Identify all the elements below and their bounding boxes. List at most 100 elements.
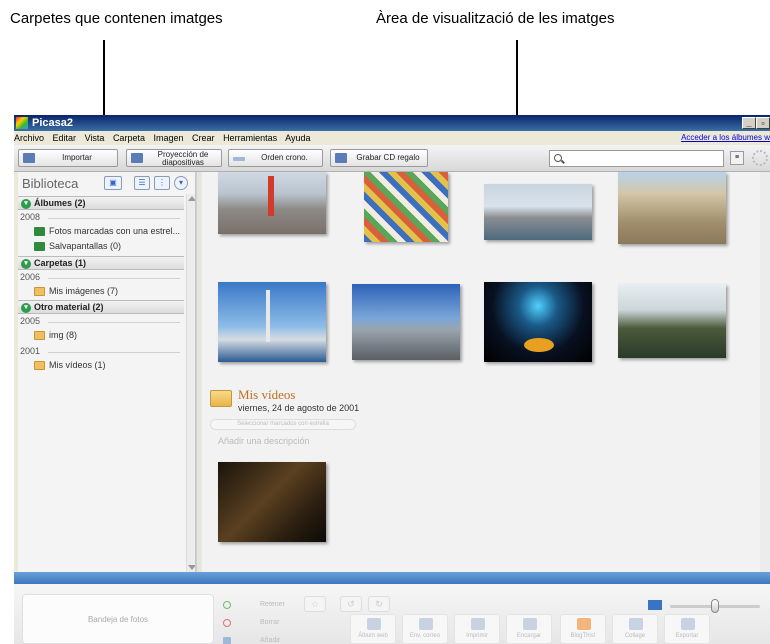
folder-label: Mis imágenes (7) xyxy=(49,286,119,296)
flat-view-button[interactable]: ☰ xyxy=(134,176,150,190)
add-description-field[interactable]: Añadir una descripción xyxy=(218,436,310,446)
rotate-left-button[interactable]: ↺ xyxy=(340,596,362,612)
video-folder-icon xyxy=(210,390,232,407)
tray-divider xyxy=(14,572,770,584)
year-label: 2006 xyxy=(20,272,41,282)
picasa-window: Picasa2 _ ▫ Archivo Editar Vista Carpeta… xyxy=(14,115,770,644)
zoom-slider-thumb[interactable] xyxy=(711,599,719,613)
minimize-button[interactable]: _ xyxy=(742,117,756,129)
group-albums[interactable]: ▾ Álbumes (2) xyxy=(18,196,184,210)
folder-view-button[interactable]: ▣ xyxy=(104,176,122,190)
blogthis-button[interactable]: BlogThis! xyxy=(560,614,606,644)
photo-thumbnail[interactable] xyxy=(618,284,726,358)
rotate-right-button[interactable]: ↻ xyxy=(368,596,390,612)
video-folder-title[interactable]: Mis vídeos xyxy=(238,387,295,403)
tree-view-button[interactable]: ⋮ xyxy=(154,176,170,190)
folder-icon xyxy=(34,361,45,370)
collapse-icon: ▾ xyxy=(21,259,31,269)
slideshow-icon xyxy=(131,153,143,163)
photo-thumbnail[interactable] xyxy=(352,284,460,360)
tokyo-tower-shape xyxy=(268,176,274,216)
search-box[interactable] xyxy=(549,150,724,167)
menu-ayuda[interactable]: Ayuda xyxy=(285,133,310,143)
library-title: Biblioteca xyxy=(22,176,79,191)
image-view-area: Mis vídeos viernes, 24 de agosto de 2001… xyxy=(202,172,770,572)
photo-tray[interactable]: Bandeja de fotos xyxy=(22,594,214,644)
search-options-button[interactable]: ≡ xyxy=(730,151,744,165)
cn-tower-shape xyxy=(266,290,270,342)
photo-thumbnail[interactable] xyxy=(484,282,592,362)
year-line xyxy=(48,322,180,323)
web-album-label: Álbum web xyxy=(358,633,388,639)
camera-icon xyxy=(23,153,35,163)
slideshow-button[interactable]: Proyección de diapositivas xyxy=(126,149,222,167)
web-albums-link[interactable]: Acceder a los álbumes w xyxy=(681,131,770,145)
video-folder-date: viernes, 24 de agosto de 2001 xyxy=(238,403,360,413)
menu-editar[interactable]: Editar xyxy=(53,133,77,143)
burn-cd-label: Grabar CD regalo xyxy=(356,153,420,162)
blogger-icon xyxy=(577,618,591,630)
library-scrollbar[interactable] xyxy=(186,194,195,572)
import-button[interactable]: Importar xyxy=(18,149,118,167)
window-title: Picasa2 xyxy=(32,117,73,129)
pane-splitter[interactable] xyxy=(196,172,201,572)
add-to-icon xyxy=(223,637,231,644)
group-other-label: Otro material (2) xyxy=(34,302,104,312)
print-icon xyxy=(471,618,485,630)
star-button[interactable]: ☆ xyxy=(304,596,326,612)
burn-cd-button[interactable]: Grabar CD regalo xyxy=(330,149,428,167)
clear-label: Borrar xyxy=(260,619,280,626)
screenshot-root: Carpetes que contenen imatges Àrea de vi… xyxy=(0,0,770,644)
photo-thumbnail[interactable] xyxy=(218,172,326,234)
view-options-button[interactable]: ▾ xyxy=(174,176,188,190)
picasa-logo-icon xyxy=(16,117,28,129)
export-icon xyxy=(681,618,695,630)
photo-thumbnail[interactable] xyxy=(218,282,326,362)
export-button[interactable]: Exportar xyxy=(664,614,710,644)
export-label: Exportar xyxy=(675,633,699,639)
annotation-viewer-label: Àrea de visualització de les imatges xyxy=(376,10,615,27)
add-label: Añadir xyxy=(260,637,281,644)
menu-carpeta[interactable]: Carpeta xyxy=(113,133,145,143)
video-thumbnail[interactable] xyxy=(218,462,326,542)
blogthis-label: BlogThis! xyxy=(570,633,596,639)
view-scrollbar[interactable] xyxy=(760,172,770,572)
chrono-order-button[interactable]: Orden crono. xyxy=(228,149,323,167)
folder-label: img (8) xyxy=(49,330,78,340)
clear-icon xyxy=(223,619,231,627)
photo-thumbnail[interactable] xyxy=(618,172,726,244)
library-pane: Biblioteca ▣ ☰ ⋮ ▾ ▾ Álbumes (2) 2008 Fo… xyxy=(18,172,196,572)
search-input[interactable] xyxy=(566,152,716,165)
menu-archivo[interactable]: Archivo xyxy=(14,133,44,143)
album-label: Fotos marcadas con una estrel... xyxy=(49,226,181,236)
menu-vista[interactable]: Vista xyxy=(85,133,105,143)
group-other-material[interactable]: ▾ Otro material (2) xyxy=(18,300,184,314)
photo-thumbnail[interactable] xyxy=(484,184,592,240)
email-button[interactable]: Env. correo xyxy=(402,614,448,644)
year-line xyxy=(48,218,180,219)
group-folders[interactable]: ▾ Carpetas (1) xyxy=(18,256,184,270)
web-album-button[interactable]: Álbum web xyxy=(350,614,396,644)
order-prints-button[interactable]: Encargar xyxy=(506,614,552,644)
activity-spinner-icon xyxy=(752,150,768,166)
menu-imagen[interactable]: Imagen xyxy=(153,133,183,143)
menu-crear[interactable]: Crear xyxy=(192,133,215,143)
slideshow-label: Proyección de diapositivas xyxy=(149,151,217,167)
collage-button[interactable]: Collage xyxy=(612,614,658,644)
fountain-light-shape xyxy=(524,338,554,352)
maximize-button[interactable]: ▫ xyxy=(756,117,770,129)
collage-icon xyxy=(629,618,643,630)
scroll-down-icon[interactable] xyxy=(188,565,195,570)
web-album-icon xyxy=(367,618,381,630)
print-label: Imprimir xyxy=(466,633,488,639)
folder-label: Mis vídeos (1) xyxy=(49,360,106,370)
hold-icon xyxy=(223,601,231,609)
print-button[interactable]: Imprimir xyxy=(454,614,500,644)
photo-thumbnail[interactable] xyxy=(364,172,448,242)
scroll-up-icon[interactable] xyxy=(188,196,195,201)
album-icon xyxy=(34,242,45,251)
select-starred-button[interactable]: Seleccionar marcados con estrella xyxy=(210,419,356,430)
order-label: Encargar xyxy=(516,633,542,639)
album-icon xyxy=(34,227,45,236)
menu-herramientas[interactable]: Herramientas xyxy=(223,133,277,143)
